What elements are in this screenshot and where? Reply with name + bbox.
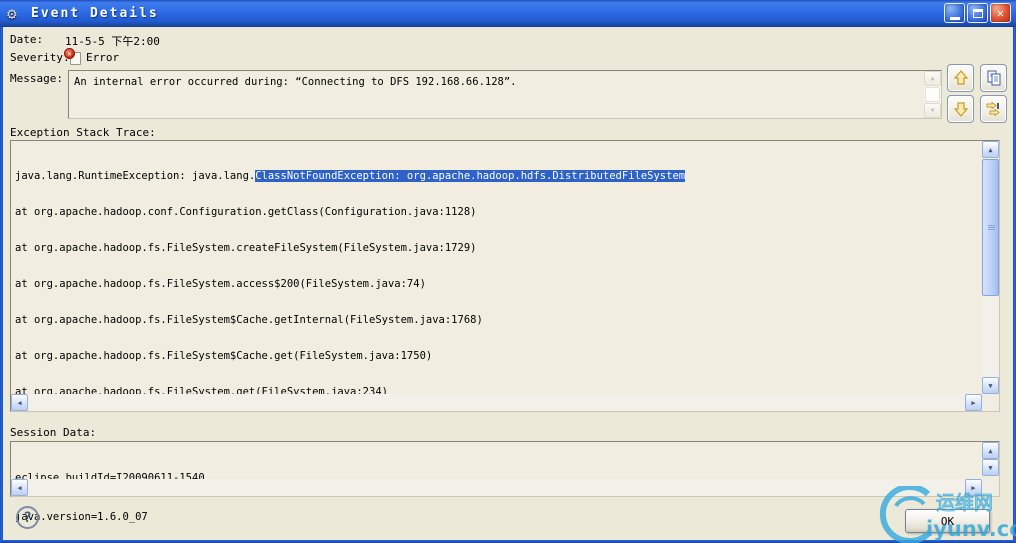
scrollbar-corner [982, 394, 999, 411]
ok-button[interactable]: OK [905, 509, 990, 533]
horizontal-scrollbar[interactable]: ◀ ▶ [11, 479, 982, 496]
titlebar[interactable]: ⚙ Event Details ✕ [0, 0, 1016, 27]
stack-trace-line: at org.apache.hadoop.fs.FileSystem.creat… [15, 242, 477, 254]
session-data-label: Session Data: [10, 426, 97, 439]
maximize-icon [972, 8, 983, 18]
scroll-down-icon[interactable]: ▼ [982, 459, 999, 476]
scroll-right-icon[interactable]: ▶ [965, 479, 982, 496]
date-value: 11-5-5 下午2:00 [65, 35, 160, 48]
session-data-box[interactable]: eclipse.buildId=I20090611-1540 java.vers… [10, 441, 1000, 523]
scrollbar-corner [982, 479, 999, 496]
question-mark-icon: ? [23, 509, 32, 526]
scroll-left-icon[interactable]: ◀ [11, 479, 28, 496]
stack-trace-box[interactable]: java.lang.RuntimeException: java.lang.Cl… [10, 140, 1000, 412]
event-details-dialog: ⚙ Event Details ✕ Date: 11-5-5 下午2:00 Se… [0, 0, 1016, 543]
window-controls: ✕ [944, 3, 1011, 23]
message-box[interactable]: An internal error occurred during: “Conn… [68, 70, 942, 119]
import-log-button[interactable] [980, 95, 1007, 123]
help-button[interactable]: ? [16, 506, 39, 529]
scroll-thumb[interactable] [982, 159, 999, 296]
copy-event-button[interactable] [980, 64, 1007, 92]
window-border-left [0, 0, 3, 543]
down-arrow-icon [953, 102, 968, 117]
ok-button-label: OK [940, 514, 955, 528]
minimize-icon [949, 16, 960, 20]
severity-label: Severity: [10, 51, 70, 64]
stack-trace-line: at org.apache.hadoop.conf.Configuration.… [15, 206, 477, 218]
scroll-up-icon[interactable]: ▲ [982, 442, 999, 459]
date-label: Date: [10, 33, 44, 46]
gear-icon: ⚙ [7, 4, 17, 23]
selected-text: ClassNotFoundException: org.apache.hadoo… [255, 170, 686, 182]
close-button[interactable]: ✕ [990, 3, 1011, 23]
stack-trace-label: Exception Stack Trace: [10, 126, 156, 139]
scroll-down-icon[interactable]: ▼ [982, 377, 999, 394]
horizontal-scrollbar[interactable]: ◀ ▶ [11, 394, 982, 411]
window-title: Event Details [31, 6, 159, 21]
message-label: Message: [10, 72, 63, 85]
vertical-scrollbar[interactable]: ▲ ▼ [982, 141, 999, 394]
close-icon: ✕ [996, 6, 1005, 20]
scroll-down-icon: ▼ [924, 103, 941, 118]
stack-trace-line: at org.apache.hadoop.fs.FileSystem.get(F… [15, 386, 388, 394]
message-text: An internal error occurred during: “Conn… [74, 76, 517, 88]
message-scrollbar: ▲ ▼ [924, 71, 941, 118]
copy-icon [987, 70, 1000, 86]
stack-trace-line: at org.apache.hadoop.fs.FileSystem.acces… [15, 278, 426, 290]
stack-trace-line: at org.apache.hadoop.fs.FileSystem$Cache… [15, 350, 433, 362]
double-arrow-right-icon [986, 101, 1000, 117]
scroll-thumb [925, 87, 940, 102]
next-event-button[interactable] [947, 95, 974, 123]
maximize-button[interactable] [967, 3, 988, 23]
stack-trace-line: java.lang.RuntimeException: java.lang.Cl… [15, 170, 982, 182]
previous-event-button[interactable] [947, 64, 974, 92]
scroll-up-icon[interactable]: ▲ [982, 141, 999, 158]
error-icon: ✕ [64, 48, 81, 65]
minimize-button[interactable] [944, 3, 965, 23]
scroll-up-icon: ▲ [924, 71, 941, 86]
severity-value: Error [86, 51, 120, 64]
up-arrow-icon [953, 70, 968, 85]
exception-prefix: java.lang.RuntimeException: java.lang. [15, 170, 256, 182]
stack-trace-text: java.lang.RuntimeException: java.lang.Cl… [11, 141, 982, 394]
scroll-right-icon[interactable]: ▶ [965, 394, 982, 411]
session-line: java.version=1.6.0_07 [15, 511, 148, 523]
stack-trace-line: at org.apache.hadoop.fs.FileSystem$Cache… [15, 314, 483, 326]
scroll-left-icon[interactable]: ◀ [11, 394, 28, 411]
